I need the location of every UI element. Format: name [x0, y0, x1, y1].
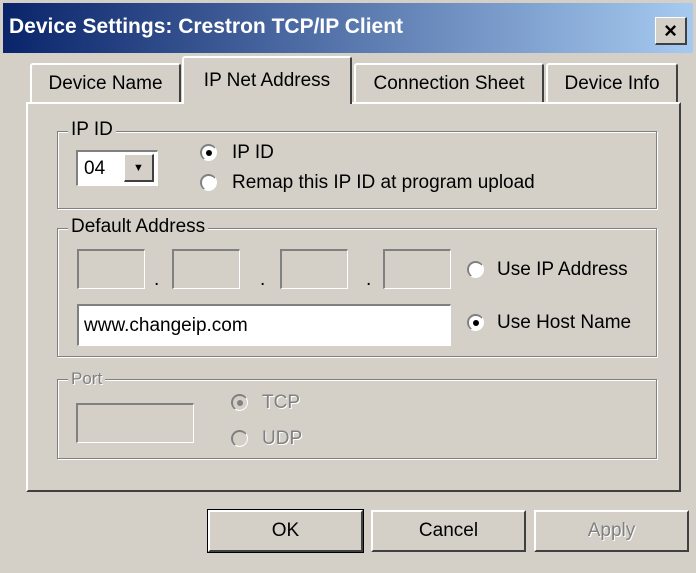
tab-panel: IP ID 04 ▼ IP ID Remap this IP ID at pro…: [26, 102, 681, 492]
radio-remap[interactable]: [200, 174, 217, 191]
window-title: Device Settings: Crestron TCP/IP Client: [9, 15, 404, 38]
close-icon: ×: [664, 17, 677, 43]
tab-connection-sheet[interactable]: Connection Sheet: [354, 63, 544, 103]
ok-label: OK: [271, 520, 300, 541]
radio-remap-label: Remap this IP ID at program upload: [232, 172, 535, 193]
tab-device-info[interactable]: Device Info: [546, 63, 678, 103]
tab-label: IP Net Address: [203, 70, 331, 91]
ip-dot: .: [366, 269, 372, 290]
tab-label: Connection Sheet: [373, 73, 525, 94]
radio-selected-dot: [473, 320, 479, 326]
ip-id-value: 04: [84, 158, 106, 179]
cancel-label: Cancel: [418, 520, 479, 541]
radio-ip-id-label: IP ID: [232, 142, 274, 163]
port-legend: Port: [68, 369, 106, 389]
ip-octet-3[interactable]: [280, 249, 348, 289]
apply-button[interactable]: Apply: [534, 510, 689, 552]
cancel-button[interactable]: Cancel: [371, 510, 526, 552]
default-address-legend: Default Address: [68, 217, 209, 237]
ip-dot: .: [260, 269, 266, 290]
title-bar[interactable]: Device Settings: Crestron TCP/IP Client …: [3, 3, 693, 53]
radio-selected-dot: [206, 150, 212, 156]
dialog-window: Device Settings: Crestron TCP/IP Client …: [0, 0, 696, 573]
tab-label: Device Info: [564, 73, 660, 94]
ok-button[interactable]: OK: [207, 509, 364, 553]
ip-octet-4[interactable]: [383, 249, 451, 289]
radio-tcp[interactable]: [231, 394, 248, 411]
ip-dot: .: [154, 269, 160, 290]
radio-use-host-name-label: Use Host Name: [497, 312, 632, 333]
host-name-input[interactable]: www.changeip.com: [77, 304, 451, 346]
radio-selected-dot: [237, 400, 243, 406]
radio-use-ip-address-label: Use IP Address: [497, 259, 628, 280]
ip-octet-1[interactable]: [77, 249, 145, 289]
radio-ip-id[interactable]: [200, 144, 217, 161]
radio-use-ip-address[interactable]: [467, 261, 484, 278]
host-name-value: www.changeip.com: [84, 315, 248, 336]
ip-id-select[interactable]: 04 ▼: [76, 150, 158, 186]
apply-label: Apply: [587, 520, 636, 541]
port-input[interactable]: [76, 403, 194, 443]
ip-id-legend: IP ID: [68, 120, 116, 140]
radio-use-host-name[interactable]: [467, 314, 484, 331]
ip-octet-2[interactable]: [172, 249, 240, 289]
close-button[interactable]: ×: [655, 17, 687, 45]
radio-udp-label: UDP: [262, 428, 303, 449]
radio-udp[interactable]: [231, 430, 248, 447]
radio-tcp-label: TCP: [262, 392, 300, 413]
tab-label: Device Name: [48, 73, 163, 94]
chevron-down-icon: ▼: [133, 161, 144, 174]
dropdown-button[interactable]: ▼: [124, 154, 154, 182]
tab-ip-net-address[interactable]: IP Net Address: [182, 56, 352, 104]
tab-device-name[interactable]: Device Name: [30, 63, 181, 103]
